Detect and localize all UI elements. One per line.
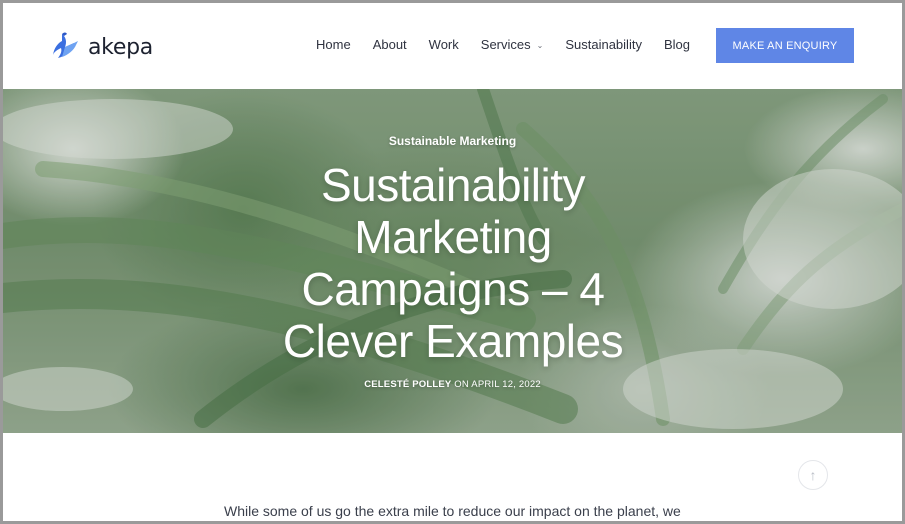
post-title-line: Sustainability [320, 159, 586, 211]
nav-item-label: Home [316, 37, 351, 52]
nav-item-blog[interactable]: Blog [664, 37, 690, 52]
back-to-top-button[interactable]: ↑ [798, 460, 828, 490]
nav-item-label: About [372, 37, 407, 52]
make-enquiry-button[interactable]: MAKE AN ENQUIRY [716, 28, 854, 63]
post-date: APRIL 12, 2022 [471, 379, 541, 390]
post-title-line: Campaigns – 4 [301, 263, 605, 315]
nav-item-services[interactable]: Services ⌄ [481, 37, 544, 52]
site-header: akepa Home About Work Services ⌄ Sustain… [3, 3, 902, 89]
bird-icon [52, 30, 82, 64]
post-intro-text: While some of us go the extra mile to re… [224, 503, 681, 519]
nav-item-label: Services [480, 37, 531, 52]
main-nav: Home About Work Services ⌄ Sustainabilit… [316, 37, 712, 52]
post-title-line: Marketing [354, 211, 552, 263]
logo[interactable]: akepa [52, 30, 153, 64]
post-meta: CELESTÉ POLLEY ON APRIL 12, 2022 [3, 379, 902, 390]
post-date-prefix: ON [454, 379, 469, 390]
arrow-up-icon: ↑ [809, 467, 817, 483]
post-title: Sustainability Marketing Campaigns – 4 C… [253, 159, 653, 367]
nav-item-label: Sustainability [565, 37, 642, 52]
browser-frame: akepa Home About Work Services ⌄ Sustain… [0, 0, 905, 524]
chevron-down-icon: ⌄ [536, 41, 544, 50]
logo-text: akepa [88, 34, 153, 60]
post-author[interactable]: CELESTÉ POLLEY [364, 379, 451, 390]
post-category-link[interactable]: Sustainable Marketing [3, 134, 902, 148]
nav-item-sustainability[interactable]: Sustainability [565, 37, 642, 52]
nav-item-home[interactable]: Home [316, 37, 351, 52]
nav-item-about[interactable]: About [373, 37, 407, 52]
nav-item-label: Work [428, 37, 459, 52]
hero-banner: Sustainable Marketing Sustainability Mar… [3, 89, 902, 433]
hero-content: Sustainable Marketing Sustainability Mar… [3, 89, 902, 433]
nav-item-work[interactable]: Work [429, 37, 459, 52]
nav-item-label: Blog [663, 37, 690, 52]
post-title-line: Clever Examples [282, 315, 624, 367]
